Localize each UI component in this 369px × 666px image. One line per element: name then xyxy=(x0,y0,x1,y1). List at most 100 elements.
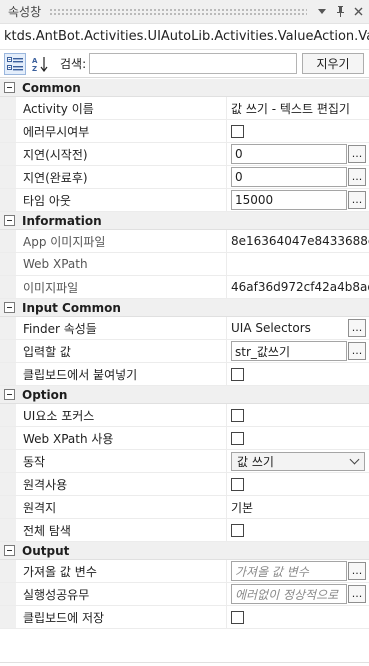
delay-after-field[interactable]: 0 xyxy=(231,167,347,187)
prop-label: App 이미지파일 xyxy=(16,230,227,252)
prop-activity-name[interactable]: Activity 이름 값 쓰기 - 텍스트 편집기 xyxy=(0,97,369,120)
ellipsis-button[interactable]: ... xyxy=(348,168,366,186)
web-xpath-value[interactable] xyxy=(227,253,369,275)
category-label: Option xyxy=(22,387,68,402)
prop-label: 전체 탐색 xyxy=(16,519,227,541)
prop-ui-focus[interactable]: UI요소 포커스 xyxy=(0,404,369,427)
remote-location-value[interactable]: 기본 xyxy=(227,496,369,518)
collapse-minus-icon[interactable] xyxy=(4,389,15,400)
prop-label: 지연(시작전) xyxy=(16,143,227,165)
panel-title: 속성창 xyxy=(8,5,42,19)
category-common[interactable]: Common xyxy=(0,79,369,97)
selected-object-name: ktds.AntBot.Activities.UIAutoLib.Activit… xyxy=(0,24,369,50)
prop-label: 타임 아웃 xyxy=(16,189,227,211)
categorized-view-icon[interactable] xyxy=(4,52,26,75)
save-clipboard-checkbox[interactable] xyxy=(231,610,244,624)
category-option[interactable]: Option xyxy=(0,386,369,404)
property-grid: Common Activity 이름 값 쓰기 - 텍스트 편집기 에러무시여부… xyxy=(0,79,369,629)
prop-app-image[interactable]: App 이미지파일 8e16364047e8433688ea0 xyxy=(0,230,369,253)
ui-focus-checkbox[interactable] xyxy=(231,408,244,422)
prop-label: 이미지파일 xyxy=(16,276,227,298)
search-label: 검색: xyxy=(60,57,87,71)
category-label: Output xyxy=(22,543,70,558)
category-output[interactable]: Output xyxy=(0,542,369,560)
prop-label: 입력할 값 xyxy=(16,340,227,362)
collapse-minus-icon[interactable] xyxy=(4,215,15,226)
finder-value: UIA Selectors xyxy=(231,321,311,335)
prop-label: 가져올 값 변수 xyxy=(16,560,227,582)
prop-get-value-var[interactable]: 가져올 값 변수 가져올 값 변수 ... xyxy=(0,560,369,583)
category-input-common[interactable]: Input Common xyxy=(0,299,369,317)
prop-input-value[interactable]: 입력할 값 str_값쓰기 ... xyxy=(0,340,369,363)
ellipsis-button[interactable]: ... xyxy=(348,585,366,603)
prop-delay-after[interactable]: 지연(완료후) 0 ... xyxy=(0,166,369,189)
ellipsis-button[interactable]: ... xyxy=(348,191,366,209)
clear-search-button[interactable]: 지우기 xyxy=(302,53,364,74)
prop-label: 지연(완료후) xyxy=(16,166,227,188)
prop-label: 에러무시여부 xyxy=(16,120,227,142)
prop-label: 실행성공유무 xyxy=(16,583,227,605)
prop-error-ignore[interactable]: 에러무시여부 xyxy=(0,120,369,143)
action-selected-value: 값 쓰기 xyxy=(237,454,274,469)
prop-remote-use[interactable]: 원격사용 xyxy=(0,473,369,496)
exec-success-field[interactable]: 에러없이 정상적으로 xyxy=(231,584,347,604)
category-information[interactable]: Information xyxy=(0,212,369,230)
category-label: Input Common xyxy=(22,300,121,315)
prop-use-web-xpath[interactable]: Web XPath 사용 xyxy=(0,427,369,450)
collapse-minus-icon[interactable] xyxy=(4,302,15,313)
prop-label: 원격지 xyxy=(16,496,227,518)
prop-remote-location[interactable]: 원격지 기본 xyxy=(0,496,369,519)
chevron-down-icon[interactable] xyxy=(315,3,329,21)
svg-text:Z: Z xyxy=(32,65,37,72)
category-label: Common xyxy=(22,80,81,95)
panel-titlebar: 속성창 xyxy=(0,0,369,24)
ellipsis-button[interactable]: ... xyxy=(348,562,366,580)
paste-clipboard-checkbox[interactable] xyxy=(231,367,244,381)
prop-label: 클립보드에서 붙여넣기 xyxy=(16,363,227,385)
ellipsis-button[interactable]: ... xyxy=(348,342,366,360)
prop-label: 동작 xyxy=(16,450,227,472)
input-value-field[interactable]: str_값쓰기 xyxy=(231,341,347,361)
error-ignore-checkbox[interactable] xyxy=(231,124,244,138)
image-file-value[interactable]: 46af36d972cf42a4b8adf5 xyxy=(227,276,369,298)
titlebar-grip[interactable] xyxy=(49,7,307,16)
prop-timeout[interactable]: 타임 아웃 15000 ... xyxy=(0,189,369,212)
prop-label: UI요소 포커스 xyxy=(16,404,227,426)
prop-label: Web XPath xyxy=(16,253,227,275)
ellipsis-button[interactable]: ... xyxy=(348,145,366,163)
prop-full-search[interactable]: 전체 탐색 xyxy=(0,519,369,542)
use-web-xpath-checkbox[interactable] xyxy=(231,431,244,445)
collapse-minus-icon[interactable] xyxy=(4,545,15,556)
panel-bottom-border xyxy=(0,662,369,663)
timeout-field[interactable]: 15000 xyxy=(231,190,347,210)
category-label: Information xyxy=(22,213,102,228)
get-value-var-field[interactable]: 가져올 값 변수 xyxy=(231,561,347,581)
prop-exec-success[interactable]: 실행성공유무 에러없이 정상적으로 ... xyxy=(0,583,369,606)
prop-save-clipboard[interactable]: 클립보드에 저장 xyxy=(0,606,369,629)
prop-finder[interactable]: Finder 속성들 UIA Selectors ... xyxy=(0,317,369,340)
prop-label: Activity 이름 xyxy=(16,97,227,119)
app-image-value[interactable]: 8e16364047e8433688ea0 xyxy=(227,230,369,252)
prop-paste-clipboard[interactable]: 클립보드에서 붙여넣기 xyxy=(0,363,369,386)
prop-label: Finder 속성들 xyxy=(16,317,227,339)
pin-icon[interactable] xyxy=(333,3,347,21)
prop-delay-before[interactable]: 지연(시작전) 0 ... xyxy=(0,143,369,166)
action-dropdown[interactable]: 값 쓰기 xyxy=(231,451,365,471)
full-search-checkbox[interactable] xyxy=(231,523,244,537)
search-input[interactable] xyxy=(89,53,297,74)
prop-label: Web XPath 사용 xyxy=(16,427,227,449)
prop-web-xpath[interactable]: Web XPath xyxy=(0,253,369,276)
prop-action[interactable]: 동작 값 쓰기 xyxy=(0,450,369,473)
close-icon[interactable] xyxy=(351,3,365,21)
prop-label: 클립보드에 저장 xyxy=(16,606,227,628)
prop-label: 원격사용 xyxy=(16,473,227,495)
prop-image-file[interactable]: 이미지파일 46af36d972cf42a4b8adf5 xyxy=(0,276,369,299)
property-toolbar: A Z 검색: 지우기 xyxy=(0,50,369,78)
collapse-minus-icon[interactable] xyxy=(4,82,15,93)
ellipsis-button[interactable]: ... xyxy=(348,319,366,337)
remote-use-checkbox[interactable] xyxy=(231,477,244,491)
alphabetical-sort-icon[interactable]: A Z xyxy=(30,53,52,75)
chevron-down-icon xyxy=(349,454,360,464)
activity-name-value[interactable]: 값 쓰기 - 텍스트 편집기 xyxy=(227,97,369,119)
delay-before-field[interactable]: 0 xyxy=(231,144,347,164)
